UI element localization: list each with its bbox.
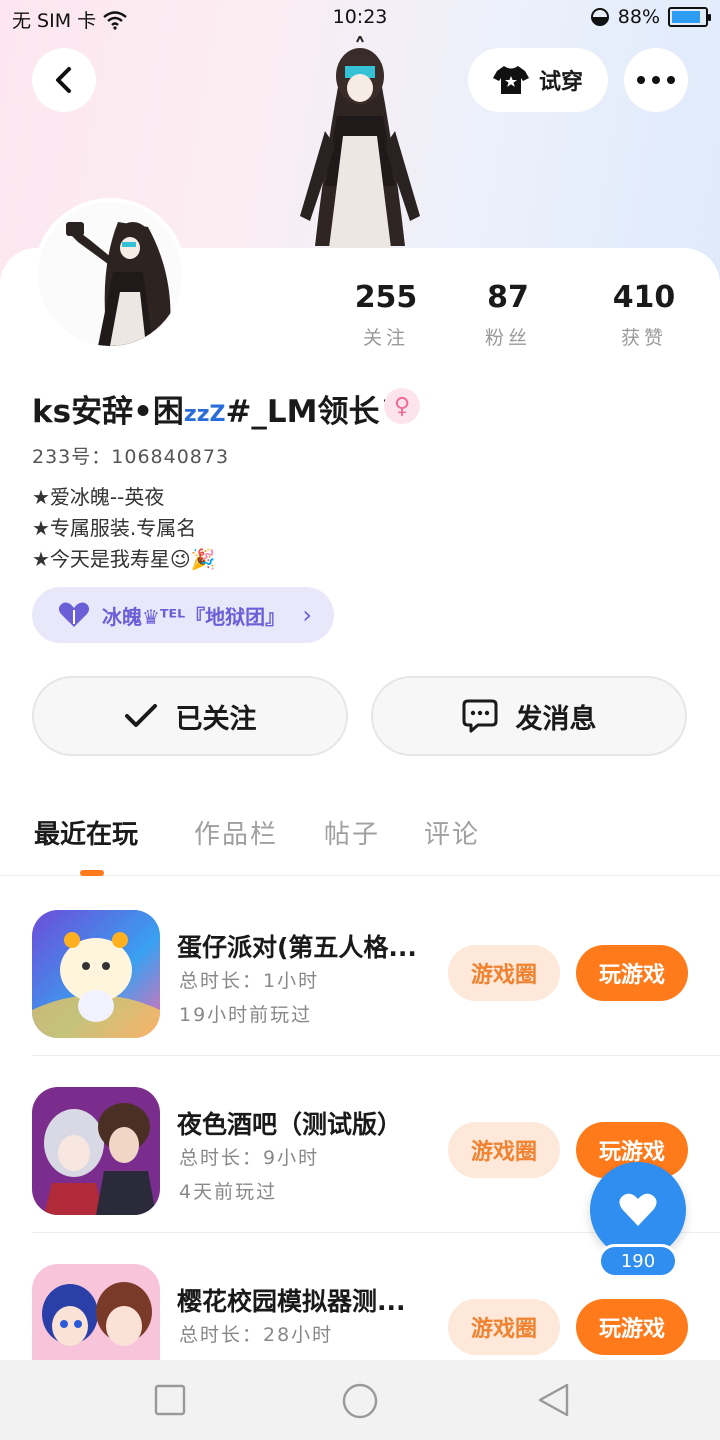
gender-symbol: ♀ bbox=[393, 393, 411, 419]
username-zzz: zzZ bbox=[183, 402, 226, 427]
game-icon-image bbox=[32, 910, 160, 1038]
bio-line: ★专属服装.专属名 bbox=[32, 516, 197, 540]
chat-bubble-icon bbox=[462, 699, 497, 733]
data-saver-icon bbox=[590, 8, 609, 26]
system-navigation-bar bbox=[0, 1360, 720, 1440]
game-circle-button[interactable]: 游戏圈 bbox=[448, 1122, 560, 1178]
back-nav-icon[interactable] bbox=[536, 1382, 572, 1418]
game-last-played: 4天前玩过 bbox=[179, 1181, 278, 1203]
username-main: ks安辞•困 bbox=[32, 394, 184, 430]
stat-label: 获赞 bbox=[620, 327, 667, 349]
like-count-badge: 190 bbox=[598, 1244, 678, 1278]
active-tab-indicator bbox=[80, 870, 104, 876]
tab-posts[interactable]: 帖子 bbox=[324, 814, 380, 851]
bio-line: ★爱冰魄--英夜 bbox=[32, 485, 165, 509]
profile-tabs: 最近在玩 作品栏 帖子 评论 bbox=[0, 810, 720, 876]
send-message-label: 发消息 bbox=[515, 703, 597, 735]
status-bar: 无 SIM 卡 10:23 88% bbox=[0, 0, 720, 36]
heart-icon bbox=[58, 602, 90, 627]
guild-badge[interactable]: 冰魄♛ᵀᴱᴸ『地狱团』 › bbox=[32, 587, 334, 643]
username: ks安辞•困 zzZ #_LM领长™ bbox=[32, 386, 411, 431]
play-game-button[interactable]: 玩游戏 bbox=[576, 945, 688, 1001]
battery-icon bbox=[668, 7, 711, 27]
back-button[interactable] bbox=[32, 48, 96, 112]
game-icon-eggy-party[interactable] bbox=[32, 910, 160, 1038]
game-duration: 总时长：28小时 bbox=[179, 1324, 334, 1346]
recent-apps-icon[interactable] bbox=[154, 1384, 186, 1416]
tshirt-icon bbox=[492, 66, 529, 94]
game-duration: 总时长：1小时 bbox=[179, 970, 320, 992]
stat-value: 410 bbox=[612, 280, 676, 315]
play-game-button[interactable]: 玩游戏 bbox=[576, 1299, 688, 1355]
game-name: 蛋仔派对(第五人格... bbox=[177, 933, 417, 962]
tab-comments[interactable]: 评论 bbox=[424, 814, 480, 851]
game-name: 夜色酒吧（测试版） bbox=[177, 1110, 403, 1139]
user-id: 233号：106840873 bbox=[32, 446, 230, 468]
username-suffix: #_LM领长™ bbox=[225, 394, 411, 430]
game-icon-night-bar[interactable] bbox=[32, 1087, 160, 1215]
bio-line: ★今天是我寿星😉🎉 bbox=[32, 547, 216, 571]
stat-likes[interactable]: 410 获赞 bbox=[584, 280, 704, 350]
game-circle-button[interactable]: 游戏圈 bbox=[448, 1299, 560, 1355]
avatar-image bbox=[38, 202, 182, 346]
character-figure-image bbox=[300, 36, 420, 248]
chevron-right-icon: › bbox=[302, 601, 312, 629]
try-on-label: 试穿 bbox=[538, 70, 583, 95]
game-list-item[interactable]: 蛋仔派对(第五人格... 总时长：1小时 19小时前玩过 游戏圈 玩游戏 bbox=[32, 880, 720, 1056]
game-circle-button[interactable]: 游戏圈 bbox=[448, 945, 560, 1001]
battery-fill bbox=[672, 11, 700, 23]
tab-works[interactable]: 作品栏 bbox=[194, 814, 278, 851]
heart-icon bbox=[619, 1193, 657, 1226]
gender-female-icon: ♀ bbox=[384, 388, 420, 424]
bio: ★爱冰魄--英夜 ★专属服装.专属名 ★今天是我寿星😉🎉 bbox=[32, 482, 216, 575]
more-horizontal-icon bbox=[637, 76, 675, 84]
game-icon-image bbox=[32, 1087, 160, 1215]
game-last-played: 19小时前玩过 bbox=[179, 1004, 313, 1026]
game-duration: 总时长：9小时 bbox=[179, 1147, 320, 1169]
checkmark-icon bbox=[124, 704, 157, 727]
stat-label: 关注 bbox=[362, 327, 409, 349]
stat-value: 87 bbox=[487, 280, 529, 315]
tab-recently-played[interactable]: 最近在玩 bbox=[34, 814, 138, 851]
more-options-button[interactable] bbox=[624, 48, 688, 112]
game-name: 樱花校园模拟器测... bbox=[177, 1287, 406, 1316]
try-on-button[interactable]: 试穿 bbox=[468, 48, 608, 112]
stat-followers[interactable]: 87 粉丝 bbox=[448, 280, 568, 350]
battery-percent: 88% bbox=[617, 6, 660, 28]
following-button[interactable]: 已关注 bbox=[32, 676, 348, 756]
stat-value: 255 bbox=[354, 280, 418, 315]
stat-label: 粉丝 bbox=[484, 327, 531, 349]
avatar[interactable] bbox=[34, 198, 186, 350]
following-label: 已关注 bbox=[175, 703, 257, 735]
stat-following[interactable]: 255 关注 bbox=[326, 280, 446, 350]
send-message-button[interactable]: 发消息 bbox=[371, 676, 687, 756]
chevron-left-icon bbox=[56, 67, 71, 93]
home-icon[interactable] bbox=[341, 1382, 379, 1420]
guild-label: 冰魄♛ᵀᴱᴸ『地狱团』 bbox=[102, 604, 286, 629]
